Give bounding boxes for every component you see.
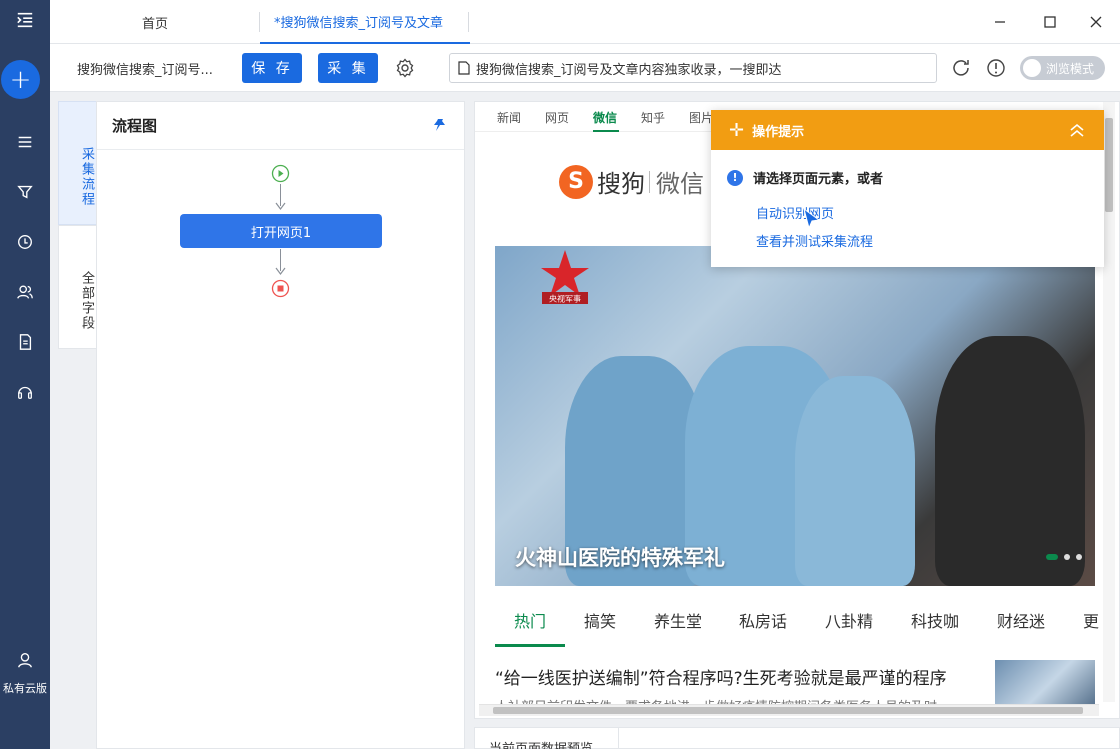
auto-detect-link[interactable]: 自动识别网页 [756, 203, 834, 222]
collect-button[interactable]: 采 集 [318, 53, 378, 83]
title-bar: 首页 *搜狗微信搜索_订阅号及文章 [50, 0, 1120, 44]
carousel-dot[interactable] [1046, 554, 1058, 560]
site-nav-item-active[interactable]: 微信 [593, 109, 617, 126]
site-nav-item[interactable]: 知乎 [641, 109, 665, 126]
url-bar[interactable]: 搜狗微信搜索_订阅号及文章内容独家收录，一搜即达 [449, 53, 937, 83]
logo-divider [649, 170, 650, 193]
new-task-button[interactable]: + [1, 60, 40, 99]
browse-mode-label: 浏览模式 [1046, 61, 1095, 76]
site-nav-underline [593, 130, 619, 132]
filter-icon[interactable] [0, 177, 50, 207]
operation-tips-panel: ✛ 操作提示 ! 请选择页面元素，或者 自动识别网页 查看并测试采集流程 [711, 110, 1104, 267]
tips-prompt: 请选择页面元素，或者 [753, 172, 884, 187]
save-button[interactable]: 保 存 [242, 53, 302, 83]
data-preview-tab[interactable]: 当前页面数据预览 [475, 728, 619, 749]
veteran-figure [935, 336, 1085, 586]
test-flow-link[interactable]: 查看并测试采集流程 [756, 231, 873, 250]
list-icon[interactable] [0, 127, 50, 157]
nav-rail: + 私有云版 [0, 0, 50, 749]
collapse-icon[interactable] [1068, 121, 1086, 139]
arrow-down-icon [275, 202, 286, 210]
sogou-logo[interactable]: S 搜狗 微信 [559, 164, 704, 199]
tab-flow[interactable]: 采集流程 [58, 101, 96, 225]
article-headline[interactable]: “给一线医护送编制”符合程序吗?生死考验就是最严谨的程序 [495, 664, 947, 689]
category-item-active[interactable]: 热门 [514, 608, 546, 632]
end-node-icon[interactable] [271, 279, 290, 298]
tab-task[interactable]: *搜狗微信搜索_订阅号及文章 [260, 0, 470, 44]
menu-icon[interactable] [0, 5, 50, 35]
carousel-dot[interactable] [1076, 554, 1082, 560]
category-item[interactable]: 私房话 [739, 608, 787, 632]
document-icon[interactable] [0, 327, 50, 357]
carousel-dots[interactable] [1046, 554, 1082, 560]
category-nav: 热门 搞笑 养生堂 私房话 八卦精 科技咖 财经迷 更 [475, 602, 1115, 648]
app-window: + 私有云版 首页 *搜狗微信搜索_订阅号及文章 搜狗微信搜索_订阅号... 保… [0, 0, 1120, 749]
category-underline [495, 644, 565, 647]
data-preview-bar: 当前页面数据预览 [474, 727, 1120, 749]
scrollbar-thumb[interactable] [493, 707, 1083, 714]
minimize-icon[interactable] [988, 10, 1012, 34]
logo-text: 微信 [656, 170, 704, 198]
category-item[interactable]: 财经迷 [997, 608, 1045, 632]
tab-all-fields[interactable]: 全部字段 [58, 225, 96, 349]
category-item[interactable]: 科技咖 [911, 608, 959, 632]
flow-panel: 流程图 打开网页1 [96, 101, 465, 749]
site-nav-item[interactable]: 网页 [545, 109, 569, 126]
scrollbar-thumb[interactable] [1105, 118, 1113, 212]
carousel-dot[interactable] [1064, 554, 1070, 560]
cctv-military-logo: 央视军事 [541, 250, 589, 304]
hero-banner[interactable]: 央视军事 火神山医院的特殊军礼 [495, 246, 1095, 586]
toolbar: 搜狗微信搜索_订阅号... 保 存 采 集 搜狗微信搜索_订阅号及文章内容独家收… [50, 44, 1120, 92]
site-nav-item[interactable]: 新闻 [497, 109, 521, 126]
refresh-icon[interactable] [950, 57, 972, 79]
headset-icon[interactable] [0, 377, 50, 407]
tips-title: 操作提示 [752, 124, 805, 140]
page-icon [458, 61, 470, 75]
tips-prompt-row: ! 请选择页面元素，或者 [727, 168, 883, 187]
sogou-logo-mark: S [559, 164, 593, 199]
move-icon[interactable]: ✛ [729, 120, 744, 141]
user-icon[interactable] [0, 645, 50, 675]
logo-text: 搜狗 [597, 170, 645, 198]
category-item[interactable]: 养生堂 [654, 608, 702, 632]
close-icon[interactable] [1084, 10, 1108, 34]
tab-home[interactable]: 首页 [110, 0, 200, 44]
side-tabs: 采集流程 全部字段 [58, 101, 96, 349]
users-icon[interactable] [0, 277, 50, 307]
category-item[interactable]: 八卦精 [825, 608, 873, 632]
site-nav-item[interactable]: 图片 [689, 109, 713, 126]
tips-header[interactable]: ✛ 操作提示 [711, 110, 1104, 150]
toggle-knob [1023, 59, 1041, 77]
horizontal-scrollbar[interactable] [479, 704, 1099, 716]
cctv-label: 央视军事 [549, 294, 581, 304]
pin-icon[interactable] [431, 117, 449, 135]
category-item[interactable]: 更 [1083, 608, 1099, 632]
browse-mode-toggle[interactable]: 浏览模式 [1020, 56, 1105, 80]
hero-caption: 火神山医院的特殊军礼 [515, 546, 725, 570]
category-item[interactable]: 搞笑 [584, 608, 616, 632]
open-page-node[interactable]: 打开网页1 [180, 214, 382, 248]
tab-divider [468, 12, 469, 32]
maximize-icon[interactable] [1038, 10, 1062, 34]
start-node-icon[interactable] [271, 164, 290, 183]
flow-title: 流程图 [97, 102, 464, 150]
vertical-scrollbar[interactable] [1103, 102, 1115, 702]
medic-figure [795, 376, 915, 586]
mouse-cursor-icon [803, 208, 821, 230]
gear-icon[interactable] [394, 57, 416, 79]
url-text: 搜狗微信搜索_订阅号及文章内容独家收录，一搜即达 [476, 62, 782, 78]
task-title: 搜狗微信搜索_订阅号... [77, 63, 213, 78]
help-icon[interactable] [985, 57, 1007, 79]
arrow-down-icon [275, 267, 286, 275]
private-cloud-label: 私有云版 [3, 682, 47, 695]
info-icon: ! [727, 169, 743, 186]
clock-icon[interactable] [0, 227, 50, 257]
